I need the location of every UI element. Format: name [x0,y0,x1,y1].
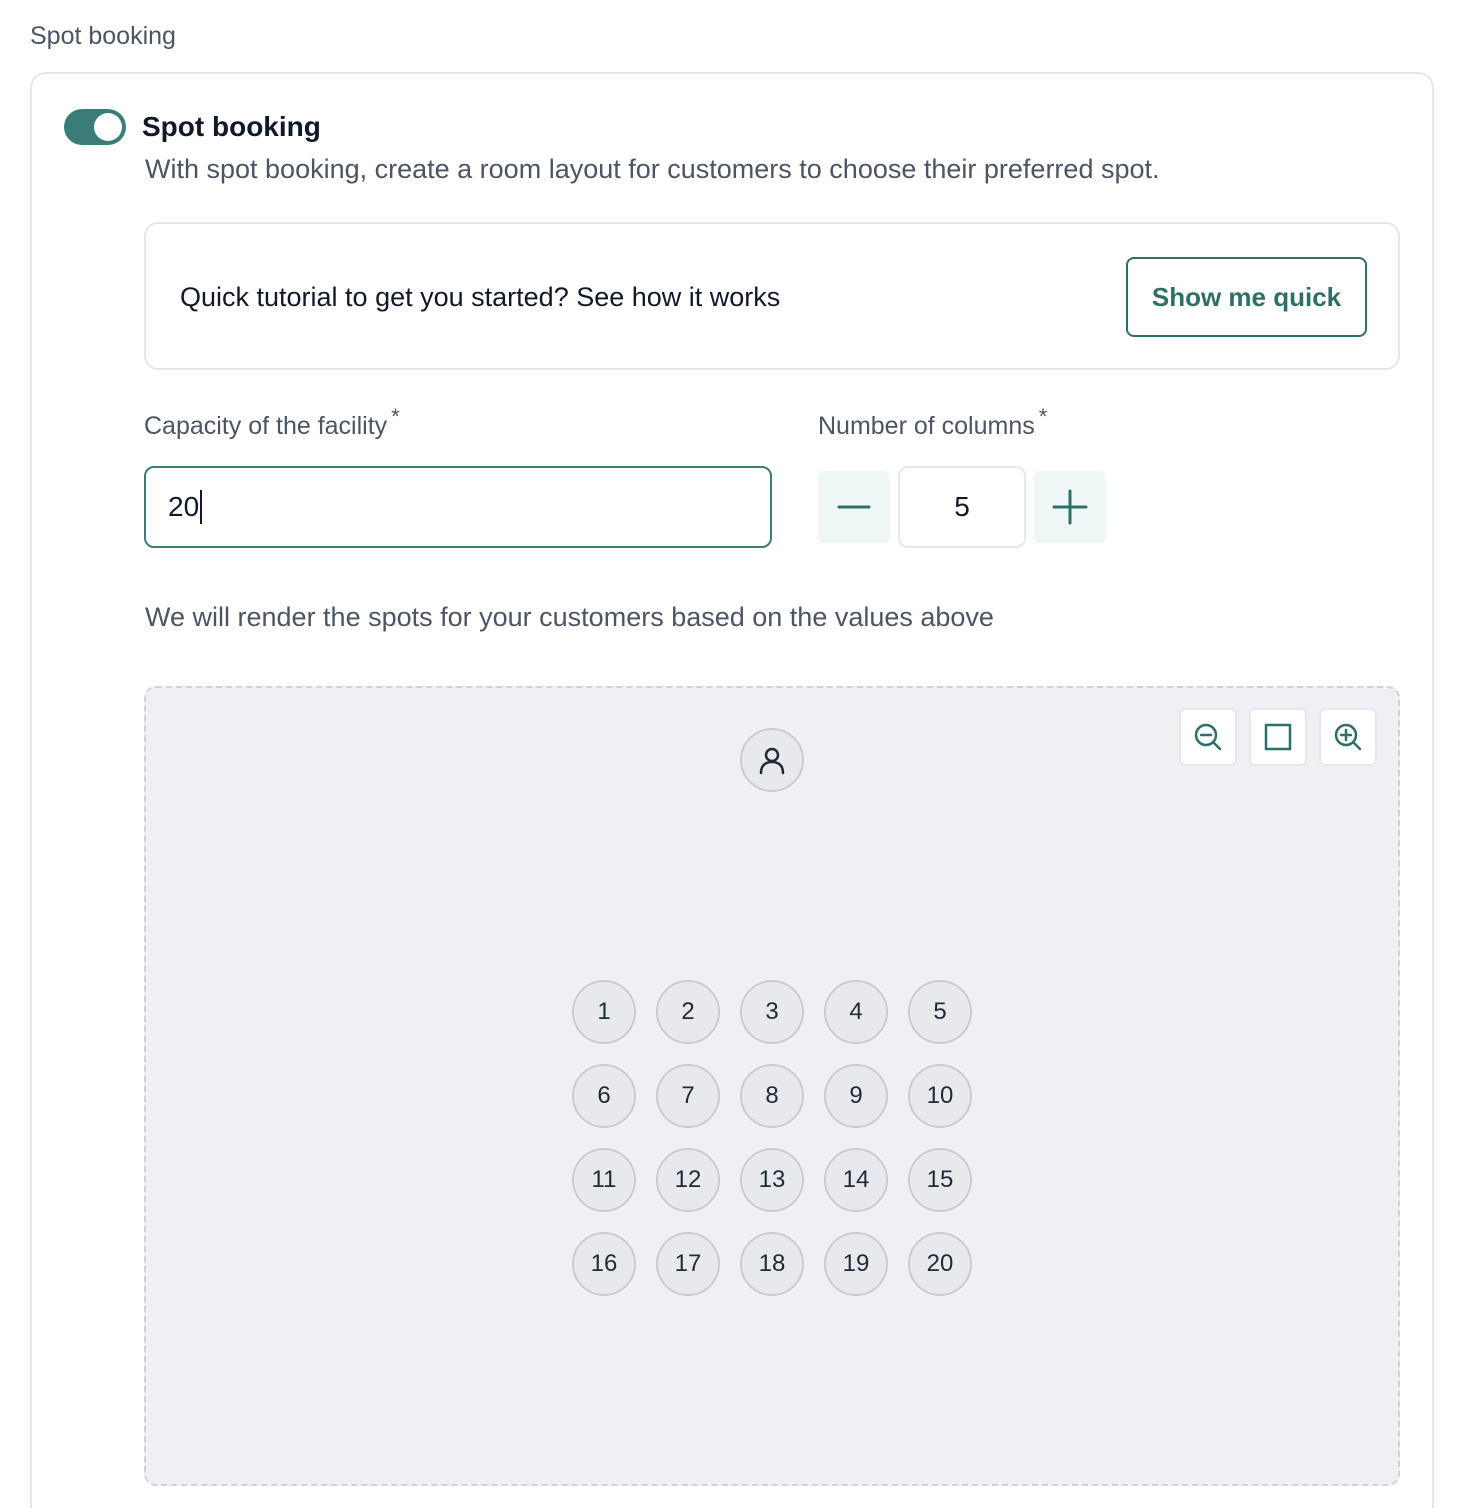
user-icon [759,747,785,775]
zoom-out-icon [1194,723,1222,751]
feature-title: Spot booking [142,111,321,142]
spot-8[interactable]: 8 [740,1064,804,1128]
spot-14[interactable]: 14 [824,1148,888,1212]
fit-screen-icon [1264,723,1292,751]
instructor-spot [740,728,804,792]
section-title: Spot booking [30,22,176,50]
columns-increment-button[interactable] [1034,471,1106,543]
spot-18[interactable]: 18 [740,1232,804,1296]
spot-booking-toggle[interactable] [64,109,126,145]
tutorial-text: Quick tutorial to get you started? See h… [180,282,781,312]
spot-15[interactable]: 15 [908,1148,972,1212]
spot-7[interactable]: 7 [656,1064,720,1128]
spot-5[interactable]: 5 [908,980,972,1044]
spot-19[interactable]: 19 [824,1232,888,1296]
columns-label: Number of columns * [818,404,1047,441]
spot-2[interactable]: 2 [656,980,720,1044]
plus-icon [1052,489,1088,525]
columns-decrement-button[interactable] [818,471,890,543]
spot-3[interactable]: 3 [740,980,804,1044]
capacity-label: Capacity of the facility * [144,404,400,441]
spot-10[interactable]: 10 [908,1064,972,1128]
spot-13[interactable]: 13 [740,1148,804,1212]
spot-16[interactable]: 16 [572,1232,636,1296]
show-me-quick-button[interactable]: Show me quick [1126,257,1367,337]
text-caret [200,490,203,524]
capacity-input[interactable]: 20 [144,466,772,548]
spot-1[interactable]: 1 [572,980,636,1044]
zoom-in-button[interactable] [1319,708,1377,766]
feature-description: With spot booking, create a room layout … [145,154,1160,184]
spot-17[interactable]: 17 [656,1232,720,1296]
required-mark: * [1038,404,1048,429]
tutorial-banner: Quick tutorial to get you started? See h… [144,222,1400,370]
capacity-label-text: Capacity of the facility [144,412,388,440]
required-mark: * [391,404,400,429]
spot-6[interactable]: 6 [572,1064,636,1128]
columns-value[interactable]: 5 [898,466,1026,548]
capacity-value: 20 [168,491,200,522]
fit-screen-button[interactable] [1249,708,1307,766]
spot-12[interactable]: 12 [656,1148,720,1212]
spot-20[interactable]: 20 [908,1232,972,1296]
columns-label-text: Number of columns [818,412,1035,440]
zoom-out-button[interactable] [1179,708,1237,766]
zoom-in-icon [1334,723,1362,751]
spot-4[interactable]: 4 [824,980,888,1044]
toggle-knob [94,113,122,141]
spot-11[interactable]: 11 [572,1148,636,1212]
spot-9[interactable]: 9 [824,1064,888,1128]
minus-icon [837,505,871,509]
render-hint: We will render the spots for your custom… [145,602,994,632]
